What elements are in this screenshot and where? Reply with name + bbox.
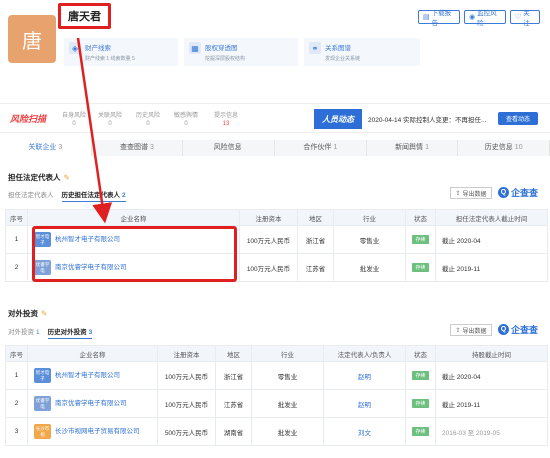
risk-scan-bar: 风险扫描 自身风险 0 关联风险 0 历史风险 0 敏感舆情 0 提示信息 13 人员动态… <box>0 103 550 133</box>
export-data-button[interactable]: ⇪ 导出数据 <box>450 187 492 199</box>
company-logo: 优睿学电 <box>34 396 51 411</box>
status-badge: 存续 <box>412 371 429 380</box>
card-subtitle: 财产线索 1 线索数量 5 <box>85 56 135 62</box>
qcc-logo-icon: Q <box>498 187 509 198</box>
company-logo: 智才电子 <box>34 368 51 383</box>
risk-stat-self[interactable]: 自身风险 0 <box>62 110 86 127</box>
person-name: 唐天君 <box>58 3 111 29</box>
export-icon: ⇪ <box>455 327 461 334</box>
qcc-brand: Q 企查查 <box>498 323 538 336</box>
subtab-current-investment[interactable]: 对外投资 1 <box>8 326 40 339</box>
company-link[interactable]: 长沙市视网电子贸易有限公司 <box>55 428 140 435</box>
tab-risk-info[interactable]: 风险信息 <box>183 140 276 156</box>
relation-icon: ⚭ <box>309 42 321 54</box>
company-link[interactable]: 杭州智才电子有限公司 <box>55 372 120 379</box>
subtab-history-investment[interactable]: 历史对外投资 3 <box>47 326 93 339</box>
status-badge: 存续 <box>412 263 429 272</box>
table-row: 2 优睿学电 南京优睿学电子有限公司 100万元人民币 江苏省 批发业 赵明 存续… <box>5 389 548 418</box>
equity-chart-card[interactable]: ▦ 股权穿透图 挖掘深层股权结构 <box>184 38 298 66</box>
view-news-button[interactable]: 查看动态 <box>498 112 538 125</box>
card-title: 财产线索 <box>85 45 111 52</box>
clue-icon: ◈ <box>69 42 81 54</box>
pencil-icon: ✎ <box>41 309 48 318</box>
risk-scan-logo: 风险扫描 <box>10 114 47 124</box>
investment-section-title: 对外投资 ✎ <box>8 309 48 318</box>
follow-label: 关注 <box>523 10 530 27</box>
download-report-button[interactable]: ▤ 下载报告 <box>418 10 460 27</box>
investment-subtabs: 对外投资 1 历史对外投资 3 <box>8 326 93 339</box>
risk-stat-tips[interactable]: 提示信息 13 <box>214 110 238 127</box>
person-header: 唐 唐天君 ▤ 下载报告 ◉ 监控风险 ♡ 关注 ◈ 财产线索 财产线索 1 线… <box>0 0 550 95</box>
company-logo: 智才电子 <box>34 232 51 247</box>
legal-rep-subtabs: 担任法定代表人 历史担任法定代表人 2 <box>8 189 126 202</box>
table-row: 2 优睿学电 南京优睿学电子有限公司 100万元人民币 江苏省 批发业 存续 截止… <box>5 253 548 282</box>
avatar: 唐 <box>8 15 56 63</box>
card-subtitle: 挖掘深层股权结构 <box>205 56 246 62</box>
monitor-risk-button[interactable]: ◉ 监控风险 <box>464 10 506 27</box>
tab-news[interactable]: 新闻舆情 1 <box>367 140 459 156</box>
card-subtitle: 发现企业关系链 <box>325 56 361 62</box>
relation-graph-card[interactable]: ⚭ 关系图谱 发现企业关系链 <box>304 38 420 66</box>
eye-icon: ◉ <box>469 14 476 21</box>
rep-link[interactable]: 赵明 <box>358 402 371 409</box>
table-header-row: 序号 企业名称 注册资本 地区 行业 法定代表人/负责人 状态 持股截止时间 <box>5 345 548 362</box>
status-badge: 存续 <box>412 235 429 244</box>
export-icon: ⇪ <box>455 190 461 197</box>
monitor-risk-label: 监控风险 <box>477 10 497 27</box>
card-title: 股权穿透图 <box>205 45 238 52</box>
table-row: 1 智才电子 杭州智才电子有限公司 100万元人民币 浙江省 零售业 赵明 存续 … <box>5 361 548 390</box>
rep-link[interactable]: 刘文 <box>358 430 371 437</box>
table-row: 1 智才电子 杭州智才电子有限公司 100万元人民币 浙江省 零售业 存续 截止 … <box>5 225 548 254</box>
pencil-icon: ✎ <box>63 173 70 182</box>
heart-icon: ♡ <box>515 14 522 21</box>
tab-related-companies[interactable]: 关联企业 3 <box>0 140 92 156</box>
qcc-logo-icon: Q <box>498 324 509 335</box>
person-news-label: 人员动态 <box>314 109 362 129</box>
property-clue-card[interactable]: ◈ 财产线索 财产线索 1 线索数量 5 <box>64 38 178 66</box>
tab-partners[interactable]: 合作伙伴 1 <box>275 140 367 156</box>
risk-stat-related[interactable]: 关联风险 0 <box>98 110 122 127</box>
tab-history[interactable]: 历史信息 10 <box>458 140 550 156</box>
investment-table: 序号 企业名称 注册资本 地区 行业 法定代表人/负责人 状态 持股截止时间 1… <box>5 345 548 446</box>
subtab-history-legal-rep[interactable]: 历史担任法定代表人 2 <box>61 189 126 202</box>
legal-rep-section-title: 担任法定代表人 ✎ <box>8 173 70 182</box>
card-title: 关系图谱 <box>325 45 351 52</box>
person-news-text[interactable]: 2020-04-14 实际控制人变更：不再担任... <box>368 114 486 124</box>
status-badge: 存续 <box>412 399 429 408</box>
equity-icon: ▦ <box>189 42 201 54</box>
company-logo: 优睿学电 <box>34 260 51 275</box>
risk-stat-history[interactable]: 历史风险 0 <box>136 110 160 127</box>
company-link[interactable]: 南京优睿学电子有限公司 <box>55 400 127 407</box>
risk-stat-sentiment[interactable]: 敏感舆情 0 <box>174 110 198 127</box>
main-tabs: 关联企业 3 查查图谱 3 风险信息 合作伙伴 1 新闻舆情 1 历史信息 10 <box>0 140 550 156</box>
table-row: 3 长沙市视 长沙市视网电子贸易有限公司 500万元人民币 湖南省 批发业 刘文 … <box>5 417 548 446</box>
qcc-brand: Q 企查查 <box>498 186 538 199</box>
document-icon: ▤ <box>423 14 430 21</box>
download-report-label: 下载报告 <box>431 10 452 27</box>
subtab-current-legal-rep[interactable]: 担任法定代表人 <box>8 189 54 202</box>
rep-link[interactable]: 赵明 <box>358 374 371 381</box>
legal-rep-table: 序号 企业名称 注册资本 地区 行业 状态 担任法定代表人截止时间 1 智才电子… <box>5 209 548 282</box>
export-data-button[interactable]: ⇪ 导出数据 <box>450 324 492 336</box>
company-link[interactable]: 南京优睿学电子有限公司 <box>55 264 127 271</box>
company-link[interactable]: 杭州智才电子有限公司 <box>55 236 120 243</box>
company-logo: 长沙市视 <box>34 424 51 439</box>
tab-graph[interactable]: 查查图谱 3 <box>92 140 184 156</box>
status-badge: 存续 <box>412 427 429 436</box>
table-header-row: 序号 企业名称 注册资本 地区 行业 状态 担任法定代表人截止时间 <box>5 209 548 226</box>
follow-button[interactable]: ♡ 关注 <box>510 10 540 27</box>
